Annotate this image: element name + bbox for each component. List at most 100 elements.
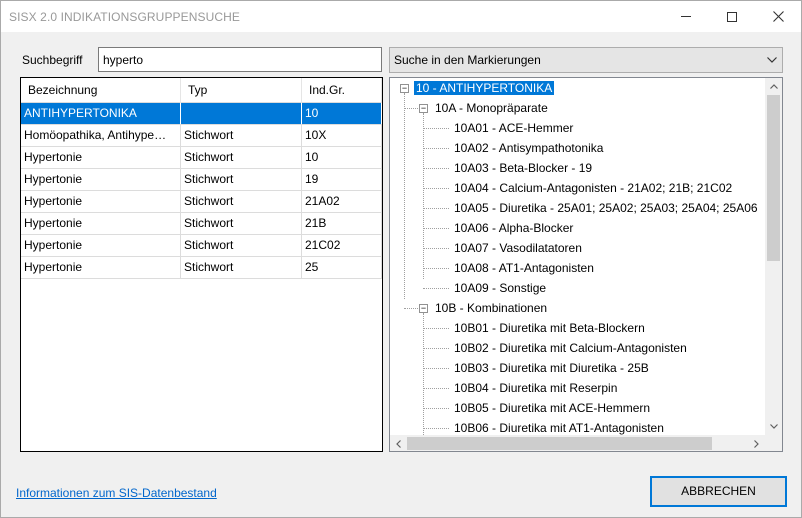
tree-node-item[interactable]: 10A03 - Beta-Blocker - 19 xyxy=(452,158,594,178)
tree-connector xyxy=(423,368,449,369)
table-row[interactable]: Hypertonie Stichwort 21B xyxy=(21,213,382,235)
close-icon xyxy=(772,11,784,22)
cell-bezeichnung: Homöopathika, Antihype… xyxy=(21,125,181,146)
search-label: Suchbegriff xyxy=(22,53,83,67)
chevron-down-icon xyxy=(766,48,778,72)
tree-node-item[interactable]: 10A04 - Calcium-Antagonisten - 21A02; 21… xyxy=(452,178,734,198)
tree-connector xyxy=(423,168,449,169)
minimize-button[interactable] xyxy=(663,1,709,32)
info-link[interactable]: Informationen zum SIS-Datenbestand xyxy=(16,486,217,500)
tree-node-root[interactable]: 10 - ANTIHYPERTONIKA xyxy=(414,78,555,98)
column-header-indgr[interactable]: Ind.Gr. xyxy=(302,78,382,103)
table-row[interactable]: Hypertonie Stichwort 19 xyxy=(21,169,382,191)
cell-bezeichnung: Hypertonie xyxy=(21,257,181,278)
scroll-down-icon[interactable] xyxy=(765,418,782,435)
table-row[interactable]: Hypertonie Stichwort 25 xyxy=(21,257,382,279)
search-input[interactable] xyxy=(98,47,382,72)
tree-node-item[interactable]: 10B04 - Diuretika mit Reserpin xyxy=(452,378,619,398)
cell-typ xyxy=(181,103,302,124)
tree-node-item[interactable]: 10A06 - Alpha-Blocker xyxy=(452,218,575,238)
results-grid: Bezeichnung Typ Ind.Gr. ANTIHYPERTONIKA … xyxy=(20,77,383,452)
scroll-left-icon[interactable] xyxy=(390,435,407,451)
cell-bezeichnung: Hypertonie xyxy=(21,147,181,168)
tree-node-item[interactable]: 10B02 - Diuretika mit Calcium-Antagonist… xyxy=(452,338,689,358)
column-header-bezeichnung[interactable]: Bezeichnung xyxy=(21,78,181,103)
tree-node-item[interactable]: 10A01 - ACE-Hemmer xyxy=(452,118,575,138)
cell-indgr: 19 xyxy=(302,169,382,190)
tree-connector xyxy=(423,228,449,229)
cell-bezeichnung: Hypertonie xyxy=(21,235,181,256)
tree-horizontal-scrollbar[interactable] xyxy=(390,435,765,451)
indication-tree: − 10 - ANTIHYPERTONIKA − 10A - Monopräpa… xyxy=(389,77,783,452)
tree-connector xyxy=(404,308,418,309)
tree-node-item[interactable]: 10A08 - AT1-Antagonisten xyxy=(452,258,596,278)
cell-typ: Stichwort xyxy=(181,213,302,234)
cell-indgr: 10X xyxy=(302,125,382,146)
table-row[interactable]: Hypertonie Stichwort 21C02 xyxy=(21,235,382,257)
tree-connector xyxy=(423,148,449,149)
vertical-scroll-thumb[interactable] xyxy=(767,95,780,261)
tree-connector xyxy=(423,348,449,349)
column-header-typ[interactable]: Typ xyxy=(181,78,302,103)
tree-body: − 10 - ANTIHYPERTONIKA − 10A - Monopräpa… xyxy=(390,78,765,435)
scroll-right-icon[interactable] xyxy=(748,435,765,451)
cell-bezeichnung: Hypertonie xyxy=(21,191,181,212)
cancel-button[interactable]: ABBRECHEN xyxy=(650,476,787,507)
minimize-icon xyxy=(681,16,691,17)
tree-connector xyxy=(423,248,449,249)
cell-typ: Stichwort xyxy=(181,191,302,212)
tree-connector xyxy=(423,208,449,209)
tree-node-item[interactable]: 10B01 - Diuretika mit Beta-Blockern xyxy=(452,318,647,338)
window-title: SISX 2.0 INDIKATIONSGRUPPENSUCHE xyxy=(9,10,241,24)
title-bar: SISX 2.0 INDIKATIONSGRUPPENSUCHE xyxy=(1,1,801,32)
tree-connector xyxy=(423,268,449,269)
maximize-button[interactable] xyxy=(709,1,755,32)
tree-node-item[interactable]: 10A02 - Antisympathotonika xyxy=(452,138,605,158)
search-scope-dropdown[interactable]: Suche in den Markierungen xyxy=(389,47,783,73)
tree-node-item[interactable]: 10A09 - Sonstige xyxy=(452,278,548,298)
table-row[interactable]: Homöopathika, Antihype… Stichwort 10X xyxy=(21,125,382,147)
close-button[interactable] xyxy=(755,1,801,32)
cell-indgr: 10 xyxy=(302,147,382,168)
tree-node-item[interactable]: 10B03 - Diuretika mit Diuretika - 25B xyxy=(452,358,651,378)
cell-typ: Stichwort xyxy=(181,147,302,168)
collapse-icon[interactable]: − xyxy=(419,104,428,113)
cell-indgr: 10 xyxy=(302,103,382,124)
tree-vertical-scrollbar[interactable] xyxy=(765,78,782,435)
tree-node-item[interactable]: 10A07 - Vasodilatatoren xyxy=(452,238,584,258)
tree-connector xyxy=(423,188,449,189)
cell-typ: Stichwort xyxy=(181,235,302,256)
tree-node-item[interactable]: 10B05 - Diuretika mit ACE-Hemmern xyxy=(452,398,652,418)
tree-connector xyxy=(423,128,449,129)
cell-typ: Stichwort xyxy=(181,125,302,146)
tree-node-item[interactable]: 10A05 - Diuretika - 25A01; 25A02; 25A03;… xyxy=(452,198,760,218)
scroll-up-icon[interactable] xyxy=(765,78,782,95)
table-row[interactable]: Hypertonie Stichwort 21A02 xyxy=(21,191,382,213)
collapse-icon[interactable]: − xyxy=(419,304,428,313)
maximize-icon xyxy=(727,11,737,22)
tree-connector xyxy=(423,313,424,435)
table-row[interactable]: ANTIHYPERTONIKA 10 xyxy=(21,103,382,125)
tree-connector xyxy=(423,388,449,389)
tree-connector xyxy=(423,288,449,289)
tree-node-group[interactable]: 10A - Monopräparate xyxy=(433,98,550,118)
collapse-icon[interactable]: − xyxy=(400,84,409,93)
cell-indgr: 21B xyxy=(302,213,382,234)
horizontal-scroll-thumb[interactable] xyxy=(407,437,712,450)
cell-bezeichnung: ANTIHYPERTONIKA xyxy=(21,103,181,124)
tree-connector xyxy=(404,93,405,299)
table-row[interactable]: Hypertonie Stichwort 10 xyxy=(21,147,382,169)
cell-indgr: 21C02 xyxy=(302,235,382,256)
scrollbar-corner xyxy=(765,435,782,451)
cell-bezeichnung: Hypertonie xyxy=(21,213,181,234)
grid-header: Bezeichnung Typ Ind.Gr. xyxy=(21,78,382,103)
cell-indgr: 25 xyxy=(302,257,382,278)
search-scope-value: Suche in den Markierungen xyxy=(394,53,541,67)
tree-connector xyxy=(423,408,449,409)
tree-node-item[interactable]: 10B06 - Diuretika mit AT1-Antagonisten xyxy=(452,418,666,435)
tree-node-group[interactable]: 10B - Kombinationen xyxy=(433,298,549,318)
tree-connector xyxy=(423,428,449,429)
cell-bezeichnung: Hypertonie xyxy=(21,169,181,190)
cell-typ: Stichwort xyxy=(181,169,302,190)
tree-connector xyxy=(423,328,449,329)
